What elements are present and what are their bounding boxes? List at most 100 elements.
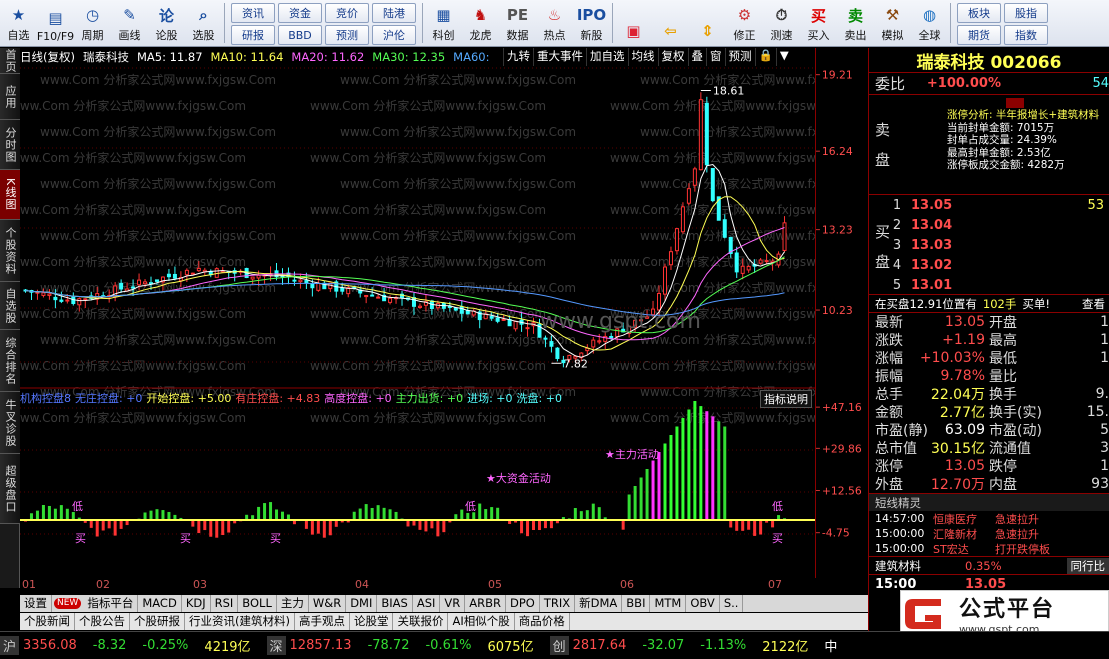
chart-tool-button[interactable]: 九转	[503, 48, 533, 66]
indicator-tab[interactable]: MTM	[650, 595, 687, 612]
magnifier-button[interactable]: ⌕ 选股	[185, 0, 222, 46]
sh-label[interactable]: 沪	[0, 636, 20, 655]
grid-button[interactable]: 研报	[231, 25, 275, 45]
indicator-tab[interactable]: 指标平台	[83, 595, 139, 612]
sidebar-tab[interactable]: 自选股	[0, 282, 20, 330]
chart-tool-button[interactable]: 均线	[627, 48, 658, 66]
sidebar-tab[interactable]: K线图	[0, 170, 20, 220]
grid-button[interactable]: 陆港	[372, 3, 416, 23]
sidebar-tab[interactable]: 分时图	[0, 120, 20, 170]
info-tab[interactable]: 商品价格	[515, 613, 570, 630]
indicator-tab[interactable]: S..	[720, 595, 744, 612]
up-down-button[interactable]: ⇕	[689, 0, 726, 46]
chart-tool-button[interactable]: 预测	[724, 48, 755, 66]
pe-button[interactable]: PE 数据	[499, 0, 536, 46]
indicator-tab[interactable]: 主力	[277, 595, 309, 612]
kline-chart-area[interactable]: www.Com 分析家公式网www.fxjgsw.Com www.Com 分析家公…	[20, 66, 815, 578]
hammer-button[interactable]: ⚒ 模拟	[874, 0, 911, 46]
window-layout-button[interactable]: ▣	[615, 0, 652, 46]
ipo-button[interactable]: IPO 新股	[573, 0, 610, 46]
grid-button[interactable]: 预测	[325, 25, 369, 45]
clock-button[interactable]: ◷ 周期	[74, 0, 111, 46]
cy-label[interactable]: 创	[549, 636, 569, 655]
info-tab[interactable]: 个股新闻	[20, 613, 75, 630]
grid-button[interactable]: 资讯	[231, 3, 275, 23]
indicator-tab[interactable]: OBV	[686, 595, 720, 612]
indicator-tab[interactable]: KDJ	[182, 595, 211, 612]
bid-level-row[interactable]: 3 13.03	[883, 235, 1108, 255]
period-label[interactable]: 日线(复权)	[20, 49, 75, 65]
indicator-tab[interactable]: RSI	[211, 595, 239, 612]
indicator-name[interactable]: 机构控盘8	[20, 390, 71, 406]
chart-tool-button[interactable]: 叠	[687, 48, 707, 66]
chart-tool-button[interactable]: 复权	[657, 48, 688, 66]
grid-button[interactable]: 资金	[278, 3, 322, 23]
sz-label[interactable]: 深	[266, 636, 286, 655]
f10-button[interactable]: ▤ F10/F9	[37, 0, 74, 46]
chart-tool-button[interactable]: ▼	[775, 48, 792, 66]
indicator-tab[interactable]: BOLL	[238, 595, 277, 612]
bid-level-row[interactable]: 1 13.05 53	[883, 195, 1108, 215]
chart-tool-button[interactable]: 🔒	[754, 48, 776, 66]
indicator-tab[interactable]: 设置	[20, 595, 52, 612]
info-tab[interactable]: 高手观点	[295, 613, 350, 630]
indicator-tab[interactable]: BIAS	[377, 595, 413, 612]
indicator-tab[interactable]: ASI	[413, 595, 441, 612]
indicator-explain-button[interactable]: 指标说明	[760, 390, 812, 408]
sidebar-tab[interactable]: 首页	[0, 48, 20, 74]
pencil-button[interactable]: ✎ 画线	[111, 0, 148, 46]
hot-button[interactable]: ♨ 热点	[536, 0, 573, 46]
short-signal-row[interactable]: 15:00:00 ST宏达 打开跌停板	[869, 541, 1109, 556]
globe-button[interactable]: ◍ 全球	[911, 0, 948, 46]
indicator-tab[interactable]: NEW	[54, 598, 82, 609]
grid-button[interactable]: 股指	[1004, 3, 1048, 23]
sidebar-tab[interactable]: 综合排名	[0, 330, 20, 392]
queue-view-link[interactable]: 查看	[1082, 296, 1109, 312]
sidebar-tab[interactable]: 个股资料	[0, 220, 20, 282]
sidebar-tab[interactable]: 应用	[0, 74, 20, 120]
indicator-tab[interactable]: VR	[440, 595, 466, 612]
chart-board-button[interactable]: ▦ 科创	[425, 0, 462, 46]
grid-button[interactable]: 指数	[1004, 25, 1048, 45]
star-button[interactable]: ★ 自选	[0, 0, 37, 46]
back-arrow-button[interactable]: ⇦	[652, 0, 689, 46]
info-tab[interactable]: 论股堂	[350, 613, 394, 630]
dragon-tiger-button[interactable]: ♞ 龙虎	[462, 0, 499, 46]
info-tab[interactable]: 关联报价	[393, 613, 449, 630]
indicator-tab[interactable]: DMI	[346, 595, 378, 612]
info-tab[interactable]: 行业资讯(建筑材料)	[185, 613, 295, 630]
indicator-tab[interactable]: W&R	[309, 595, 347, 612]
grid-button[interactable]: BBD	[278, 25, 322, 45]
peer-compare-button[interactable]: 同行比	[1066, 557, 1109, 574]
indicator-tab[interactable]: DPO	[506, 595, 540, 612]
grid-button[interactable]: 期货	[957, 25, 1001, 45]
sell-button[interactable]: 卖卖出	[837, 0, 874, 46]
buy-button[interactable]: 买买入	[800, 0, 837, 46]
sidebar-tab[interactable]: 牛叉诊股	[0, 392, 20, 454]
bid-level-row[interactable]: 5 13.01	[883, 275, 1108, 295]
short-signal-row[interactable]: 14:57:00 恒康医疗 急速拉升	[869, 511, 1109, 526]
grid-button[interactable]: 沪伦	[372, 25, 416, 45]
speed-test-button[interactable]: ⏱ 测速	[763, 0, 800, 46]
info-tab[interactable]: AI相似个股	[448, 613, 515, 630]
chart-tool-button[interactable]: 加自选	[586, 48, 628, 66]
chart-tool-button[interactable]: 重大事件	[533, 48, 586, 66]
indicator-tab[interactable]: MACD	[138, 595, 182, 612]
bid-level-row[interactable]: 2 13.04	[883, 215, 1108, 235]
indicator-tab[interactable]: 新DMA	[575, 595, 623, 612]
grid-button[interactable]: 板块	[957, 3, 1001, 23]
settings-button[interactable]: ⚙ 修正	[726, 0, 763, 46]
bid-level-row[interactable]: 4 13.02	[883, 255, 1108, 275]
indicator-tab[interactable]: BBI	[622, 595, 651, 612]
collapse-button[interactable]	[1006, 98, 1024, 108]
grid-button[interactable]: 竞价	[325, 3, 369, 23]
info-tab[interactable]: 个股公告	[75, 613, 130, 630]
chart-tool-button[interactable]: 窗	[706, 48, 725, 66]
info-tab[interactable]: 个股研报	[130, 613, 185, 630]
sidebar-tab[interactable]: 超级盘口	[0, 454, 20, 524]
indicator-tab[interactable]: ARBR	[465, 595, 506, 612]
discuss-button[interactable]: 论论股	[148, 0, 185, 46]
sector-name[interactable]: 建筑材料	[875, 558, 965, 574]
indicator-tab[interactable]: TRIX	[540, 595, 576, 612]
short-signal-row[interactable]: 15:00:00 汇隆新材 急速拉升	[869, 526, 1109, 541]
